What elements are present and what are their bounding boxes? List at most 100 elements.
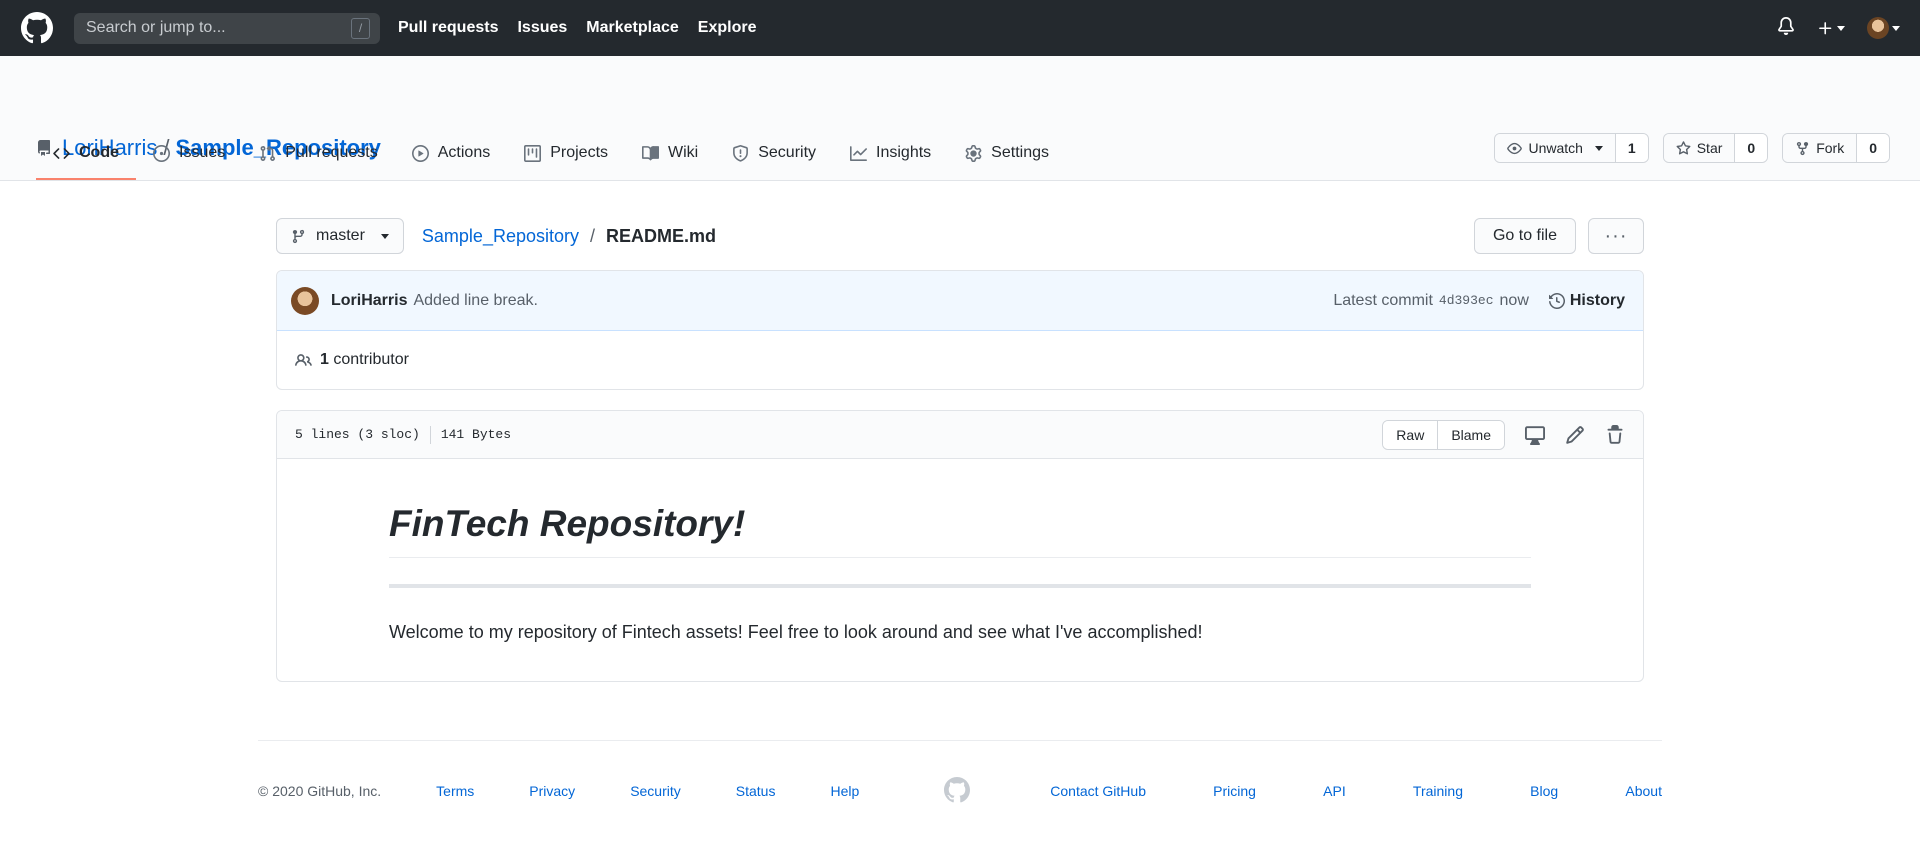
fork-count[interactable]: 0 [1857,134,1889,162]
tab-label: Pull requests [285,144,378,161]
raw-button[interactable]: Raw [1383,420,1438,449]
footer-link-training[interactable]: Training [1413,783,1463,799]
footer-link-about[interactable]: About [1625,783,1662,799]
chevron-down-icon [1837,25,1845,31]
commit-sha-link[interactable]: 4d393ec [1439,293,1494,308]
contributors-label: contributor [333,351,409,368]
global-header: Search or jump to... / Pull requests Iss… [0,0,1920,56]
tab-security[interactable]: Security [715,128,833,180]
eye-icon [1507,142,1523,154]
tab-code[interactable]: Code [36,128,136,180]
nav-issues[interactable]: Issues [517,19,567,37]
more-options-button[interactable]: ··· [1588,218,1644,254]
pencil-icon[interactable] [1565,425,1585,445]
footer-link-pricing[interactable]: Pricing [1213,783,1256,799]
tab-projects[interactable]: Projects [507,128,625,180]
file-size: 141 Bytes [440,427,512,442]
code-icon [53,147,70,159]
fork-button-group: Fork 0 [1782,133,1890,163]
latest-commit-row: LoriHarris Added line break. Latest comm… [277,271,1643,331]
avatar [1867,17,1889,39]
history-label: History [1569,291,1625,309]
history-button[interactable]: History [1548,291,1625,310]
footer-link-privacy[interactable]: Privacy [529,783,575,799]
chevron-down-icon [380,233,389,239]
file-header: 5 lines (3 sloc) 141 Bytes Raw Blame [277,411,1643,459]
bell-icon[interactable] [1777,16,1795,40]
commit-time: now [1499,291,1529,309]
star-button-group: Star 0 [1662,133,1769,163]
watch-count[interactable]: 1 [1615,134,1648,162]
branch-icon [292,229,305,243]
fork-icon [1797,141,1809,155]
contributors-count: 1 [320,351,329,368]
tab-wiki[interactable]: Wiki [625,128,715,180]
tab-label: Projects [550,144,609,161]
blame-button[interactable]: Blame [1437,420,1504,449]
history-icon [1548,292,1565,309]
branch-selector[interactable]: master [276,218,404,254]
github-logo-icon[interactable] [18,9,56,47]
star-count[interactable]: 0 [1735,134,1768,162]
issue-icon [153,144,170,162]
unwatch-label: Unwatch [1528,140,1583,156]
footer-link-help[interactable]: Help [830,783,859,799]
tab-label: Code [79,144,119,161]
repo-tabs: Code Issues Pull requests Actions Projec… [36,128,1066,180]
fork-button[interactable]: Fork [1783,134,1858,162]
trash-icon[interactable] [1605,424,1625,445]
breadcrumb-filename: README.md [606,225,717,246]
commit-meta: Latest commit 4d393ec now History [1333,292,1625,310]
file-info: 5 lines (3 sloc) 141 Bytes [295,425,512,444]
file-actions: Go to file ··· [1473,218,1644,254]
commit-box: LoriHarris Added line break. Latest comm… [276,270,1644,390]
search-input[interactable]: Search or jump to... / [74,12,380,44]
tab-insights[interactable]: Insights [833,128,948,180]
avatar[interactable] [291,286,319,315]
star-button[interactable]: Star [1663,134,1736,162]
footer-link-terms[interactable]: Terms [436,783,474,799]
play-icon [411,144,429,162]
nav-marketplace[interactable]: Marketplace [586,19,679,37]
breadcrumb-repo-link[interactable]: Sample_Repository [422,226,579,246]
tab-label: Issues [179,144,226,161]
plus-icon [1819,21,1832,34]
tab-label: Settings [991,144,1049,161]
search-placeholder: Search or jump to... [86,19,226,36]
readme-heading: FinTech Repository! [389,503,1531,558]
nav-pull-requests[interactable]: Pull requests [398,19,498,37]
footer-link-api[interactable]: API [1323,783,1346,799]
create-new-button[interactable] [1817,20,1845,37]
branch-name: master [316,227,365,244]
user-menu-button[interactable] [1867,17,1900,39]
shield-icon [733,144,749,162]
desktop-icon[interactable] [1525,425,1545,445]
gear-icon [965,144,982,162]
repo-header: LoriHarris / Sample_Repository Unwatch 1… [0,56,1920,181]
footer-link-contact[interactable]: Contact GitHub [1050,783,1146,799]
footer-link-security[interactable]: Security [630,783,681,799]
tab-issues[interactable]: Issues [136,128,242,180]
site-footer: © 2020 GitHub, Inc. Terms Privacy Securi… [258,740,1662,819]
book-icon [642,145,660,160]
nav-explore[interactable]: Explore [698,19,757,37]
footer-link-status[interactable]: Status [736,783,776,799]
file-lines: 5 lines (3 sloc) [295,427,420,442]
footer-link-blog[interactable]: Blog [1530,783,1558,799]
project-icon [524,144,542,162]
go-to-file-button[interactable]: Go to file [1473,218,1576,254]
contributors-row[interactable]: 1 contributor [277,331,1643,389]
tab-actions[interactable]: Actions [395,128,507,180]
github-logo-icon[interactable] [944,776,971,806]
fork-label: Fork [1816,140,1845,156]
people-icon [295,353,312,366]
commit-author-link[interactable]: LoriHarris [331,292,407,310]
readme-paragraph: Welcome to my repository of Fintech asse… [389,622,1203,642]
latest-commit-label: Latest commit [1333,291,1433,309]
unwatch-button[interactable]: Unwatch [1495,134,1616,162]
commit-message-link[interactable]: Added line break. [413,292,538,310]
footer-links-right: Contact GitHub Pricing API Training Blog… [1050,783,1662,799]
tab-settings[interactable]: Settings [948,128,1066,180]
readme-content: FinTech Repository! Welcome to my reposi… [277,459,1643,681]
tab-pull-requests[interactable]: Pull requests [242,128,395,180]
